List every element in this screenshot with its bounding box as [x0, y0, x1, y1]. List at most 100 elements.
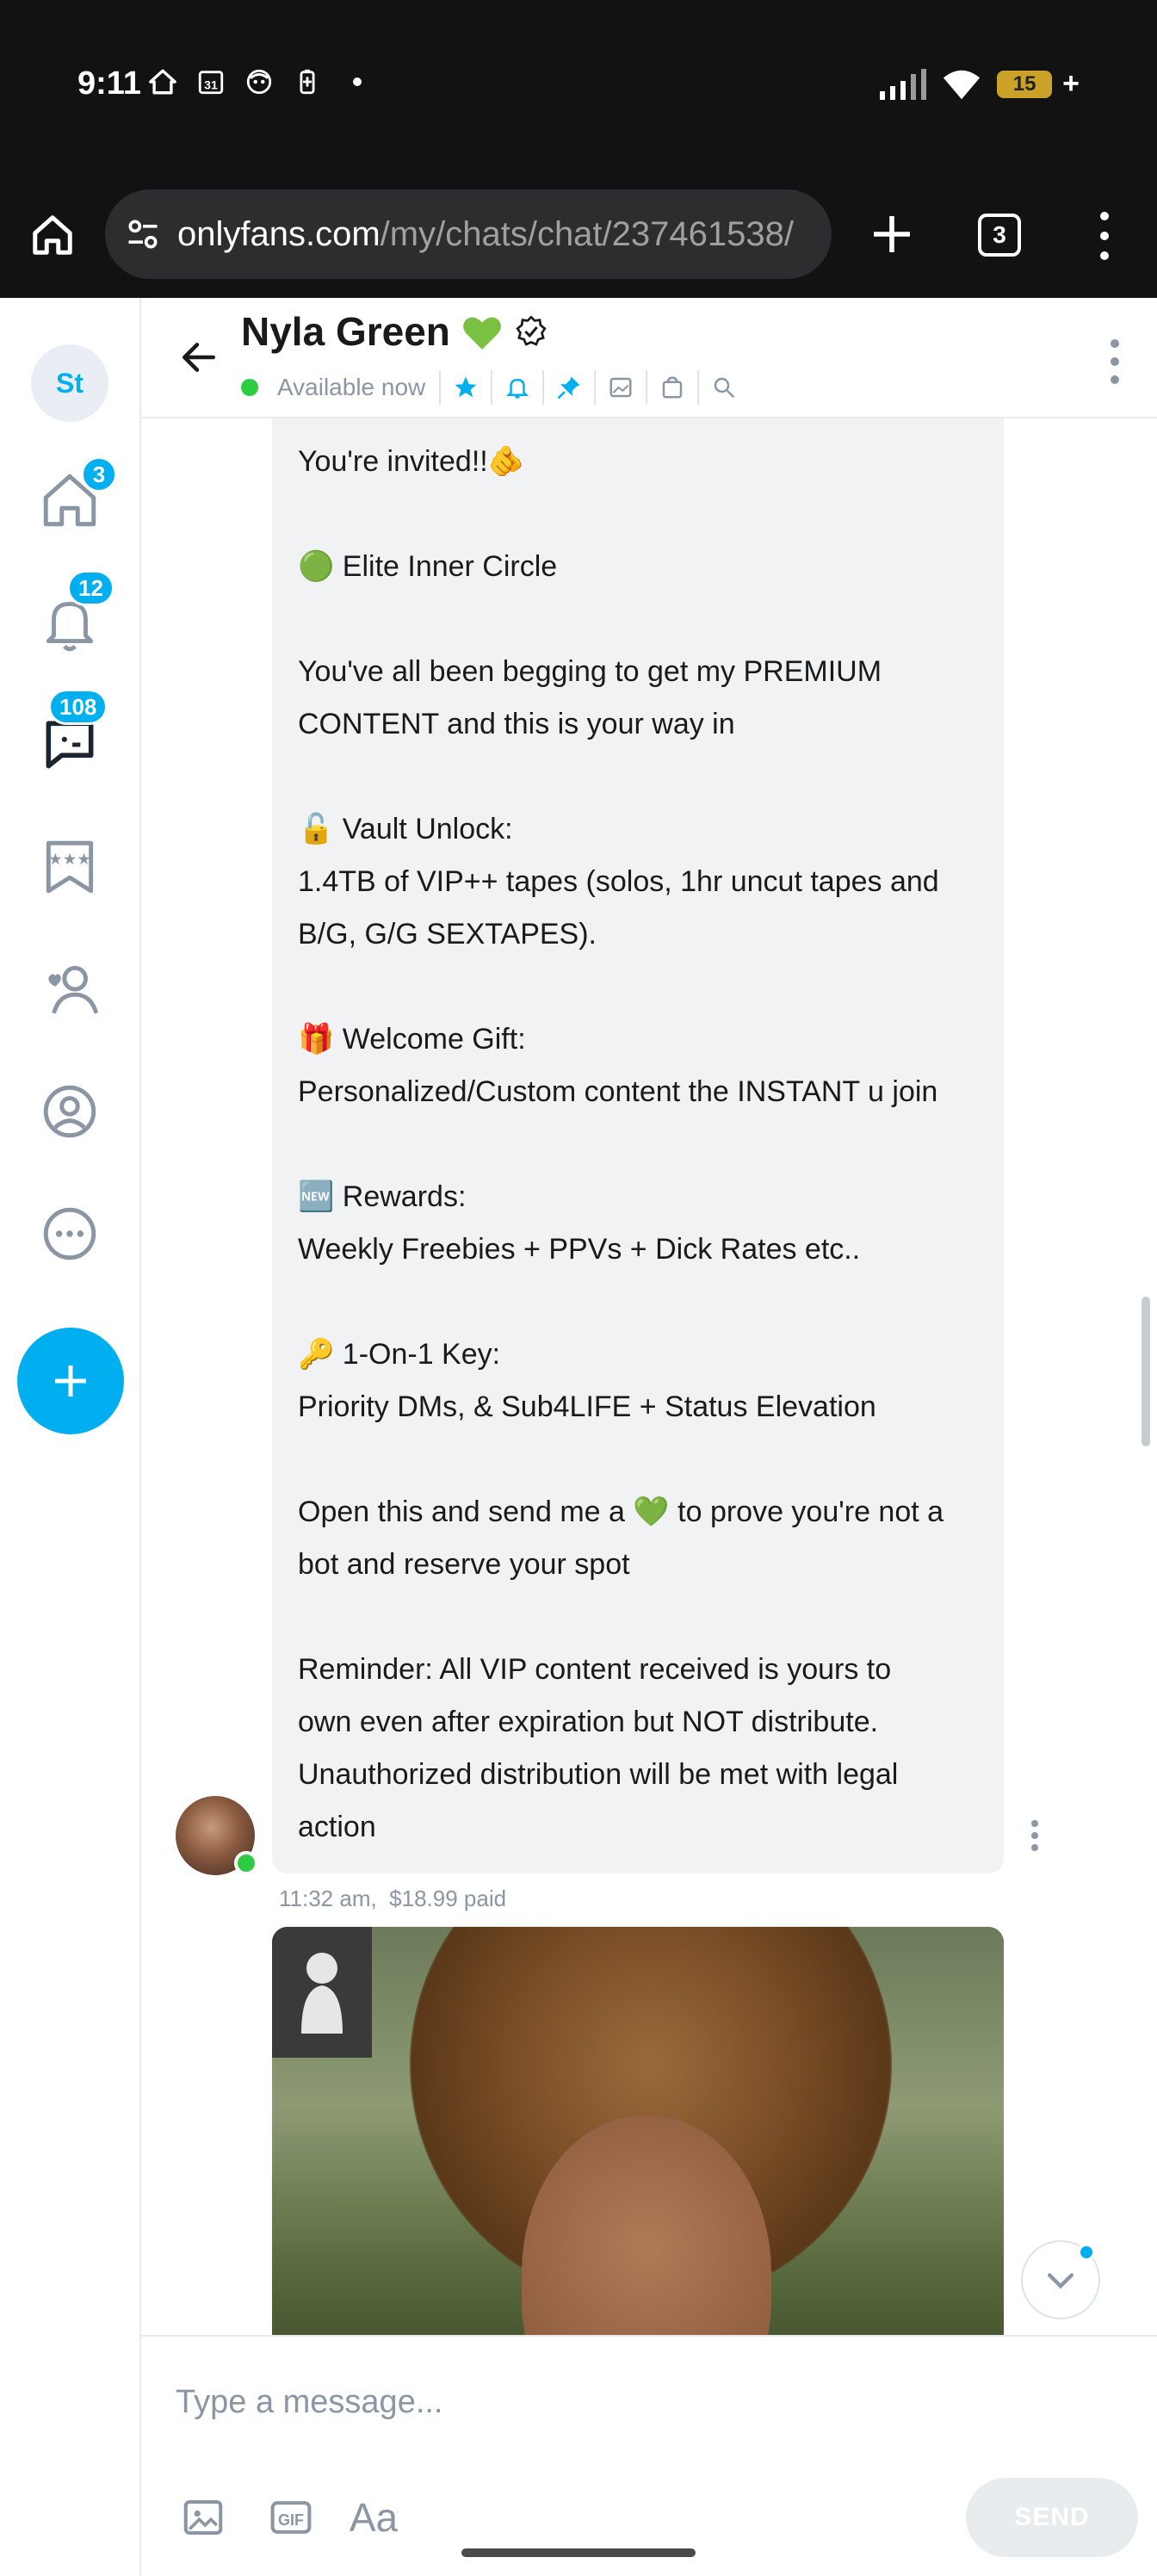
- sidebar-item-home[interactable]: 3: [31, 456, 117, 539]
- message-line: 🟢 Elite Inner Circle: [298, 550, 558, 583]
- contact-name: Nyla Green: [241, 309, 450, 354]
- site-settings-icon[interactable]: [124, 215, 162, 253]
- sidebar: St 3 12 108 ★★★: [0, 298, 141, 2576]
- message-line: [298, 1434, 978, 1486]
- sidebar-item-messages[interactable]: 108: [31, 689, 108, 783]
- message-bubble[interactable]: You're invited!!🫵 🟢 Elite Inner Circle Y…: [272, 418, 1004, 1873]
- message-price: $18.99 paid: [389, 1886, 507, 1911]
- address-bar[interactable]: onlyfans.com/my/chats/chat/237461538/: [105, 189, 832, 279]
- gesture-home-indicator: [461, 2548, 696, 2557]
- notifications-badge: 12: [67, 570, 114, 606]
- star-icon[interactable]: [439, 370, 491, 405]
- message-line: [298, 961, 978, 1013]
- search-icon[interactable]: [697, 370, 749, 405]
- sidebar-item-collections[interactable]: ★★★: [31, 828, 108, 906]
- calendar-icon: 31: [196, 67, 226, 96]
- shopping-bag-icon[interactable]: [646, 370, 697, 405]
- scrollbar-thumb[interactable]: [1142, 1297, 1150, 1446]
- bookmark-stars-icon: ★★★: [46, 840, 94, 894]
- battery-level: 15: [1012, 71, 1036, 96]
- message-options-icon[interactable]: [1031, 1820, 1040, 1851]
- signal-icon: [878, 68, 927, 100]
- svg-text:GIF: GIF: [278, 2511, 304, 2529]
- text-format-button[interactable]: Aa: [348, 2492, 399, 2543]
- calendar-date: 31: [204, 79, 218, 93]
- chat-messages[interactable]: You're invited!!🫵 🟢 Elite Inner Circle Y…: [141, 418, 1157, 2335]
- svg-text:★★★: ★★★: [48, 850, 91, 868]
- scroll-to-bottom-button[interactable]: [1021, 2240, 1100, 2319]
- sidebar-item-notifications[interactable]: 12: [31, 570, 114, 661]
- sidebar-item-subscriptions[interactable]: [31, 951, 108, 1028]
- message-line: 🆕 Rewards:: [298, 1180, 467, 1213]
- message-line: Personalized/Custom content the INSTANT …: [298, 1075, 938, 1108]
- status-icons-left: 31: [148, 67, 362, 96]
- message-line: bot and reserve your spot: [298, 1548, 630, 1581]
- status-icons-right: 15 +: [878, 67, 1080, 101]
- message-line: CONTENT and this is your way in: [298, 708, 735, 740]
- message-line: [298, 593, 978, 646]
- battery-icon: 15: [997, 70, 1053, 98]
- message-line: own even after expiration but NOT distri…: [298, 1706, 879, 1738]
- browser-toolbar: onlyfans.com/my/chats/chat/237461538/ 3: [0, 172, 1157, 298]
- message-line: You're invited!!🫵: [298, 445, 525, 478]
- message-line: Unauthorized distribution will be met wi…: [298, 1758, 899, 1791]
- home-alert-icon: [148, 67, 177, 96]
- more-circle-icon: [43, 1207, 96, 1260]
- user-heart-icon: [48, 965, 99, 1014]
- online-status-dot: [241, 379, 258, 396]
- new-post-button[interactable]: [17, 1328, 124, 1434]
- media-attachment[interactable]: [272, 1927, 1004, 2335]
- wifi-icon: [942, 70, 981, 99]
- send-button[interactable]: SEND: [966, 2478, 1138, 2557]
- status-bar: 9:11 31 15 +: [0, 0, 1157, 172]
- figure-silhouette-icon: [301, 1953, 343, 2034]
- message-line: B/G, G/G SEXTAPES).: [298, 918, 597, 951]
- new-tab-icon[interactable]: [868, 210, 916, 258]
- message-line: 1.4TB of VIP++ tapes (solos, 1hr uncut t…: [298, 865, 939, 898]
- message-line: 🔓 Vault Unlock:: [298, 813, 513, 845]
- chat-subheader: Available now: [241, 370, 749, 405]
- url-host: onlyfans.com: [177, 214, 381, 253]
- chevron-down-icon: [1047, 2273, 1074, 2289]
- pin-icon[interactable]: [542, 370, 594, 405]
- back-arrow-icon[interactable]: [177, 336, 220, 379]
- message-line: action: [298, 1811, 376, 1843]
- message-line: [298, 1276, 978, 1328]
- browser-home-icon[interactable]: [29, 212, 76, 258]
- status-time: 9:11: [77, 65, 141, 102]
- attach-image-icon[interactable]: [177, 2492, 229, 2543]
- messages-badge: 108: [48, 689, 108, 725]
- message-time: 11:32 am,: [279, 1886, 377, 1911]
- message-meta: 11:32 am, $18.99 paid: [279, 1886, 506, 1912]
- message-line: Open this and send me a 💚 to prove you'r…: [298, 1495, 944, 1528]
- message-line: [298, 488, 978, 541]
- new-messages-dot: [1078, 2244, 1095, 2261]
- battery-saver-icon: [293, 67, 322, 96]
- face-icon: [244, 67, 274, 96]
- sender-online-dot: [234, 1851, 258, 1875]
- home-badge: 3: [81, 456, 117, 492]
- browser-menu-icon[interactable]: [1093, 212, 1116, 260]
- green-heart-icon: [463, 317, 501, 350]
- gif-icon[interactable]: GIF: [265, 2492, 317, 2543]
- user-avatar[interactable]: St: [31, 344, 108, 422]
- message-line: [298, 1118, 978, 1171]
- charging-plus-icon: +: [1062, 67, 1080, 100]
- availability-status: Available now: [277, 374, 426, 400]
- gallery-icon[interactable]: [594, 370, 646, 405]
- media-thumbnail[interactable]: [272, 1927, 372, 2058]
- url-path: /my/chats/chat/237461538/: [380, 214, 794, 253]
- sidebar-item-more[interactable]: [31, 1195, 108, 1273]
- message-input[interactable]: [176, 2376, 1123, 2428]
- chat-contact-name[interactable]: Nyla Green: [241, 308, 548, 355]
- message-composer: GIF Aa SEND: [141, 2335, 1157, 2576]
- message-line: Weekly Freebies + PPVs + Dick Rates etc.…: [298, 1233, 861, 1266]
- tab-switcher-button[interactable]: 3: [978, 214, 1021, 257]
- url-text[interactable]: onlyfans.com/my/chats/chat/237461538/: [177, 215, 794, 254]
- sidebar-item-profile[interactable]: [31, 1073, 108, 1150]
- text-format-label: Aa: [349, 2495, 399, 2540]
- message-line: [298, 1591, 978, 1644]
- notification-bell-icon[interactable]: [491, 370, 542, 405]
- message-line: 🔑 1-On-1 Key:: [298, 1338, 501, 1371]
- chat-options-icon[interactable]: [1109, 339, 1121, 384]
